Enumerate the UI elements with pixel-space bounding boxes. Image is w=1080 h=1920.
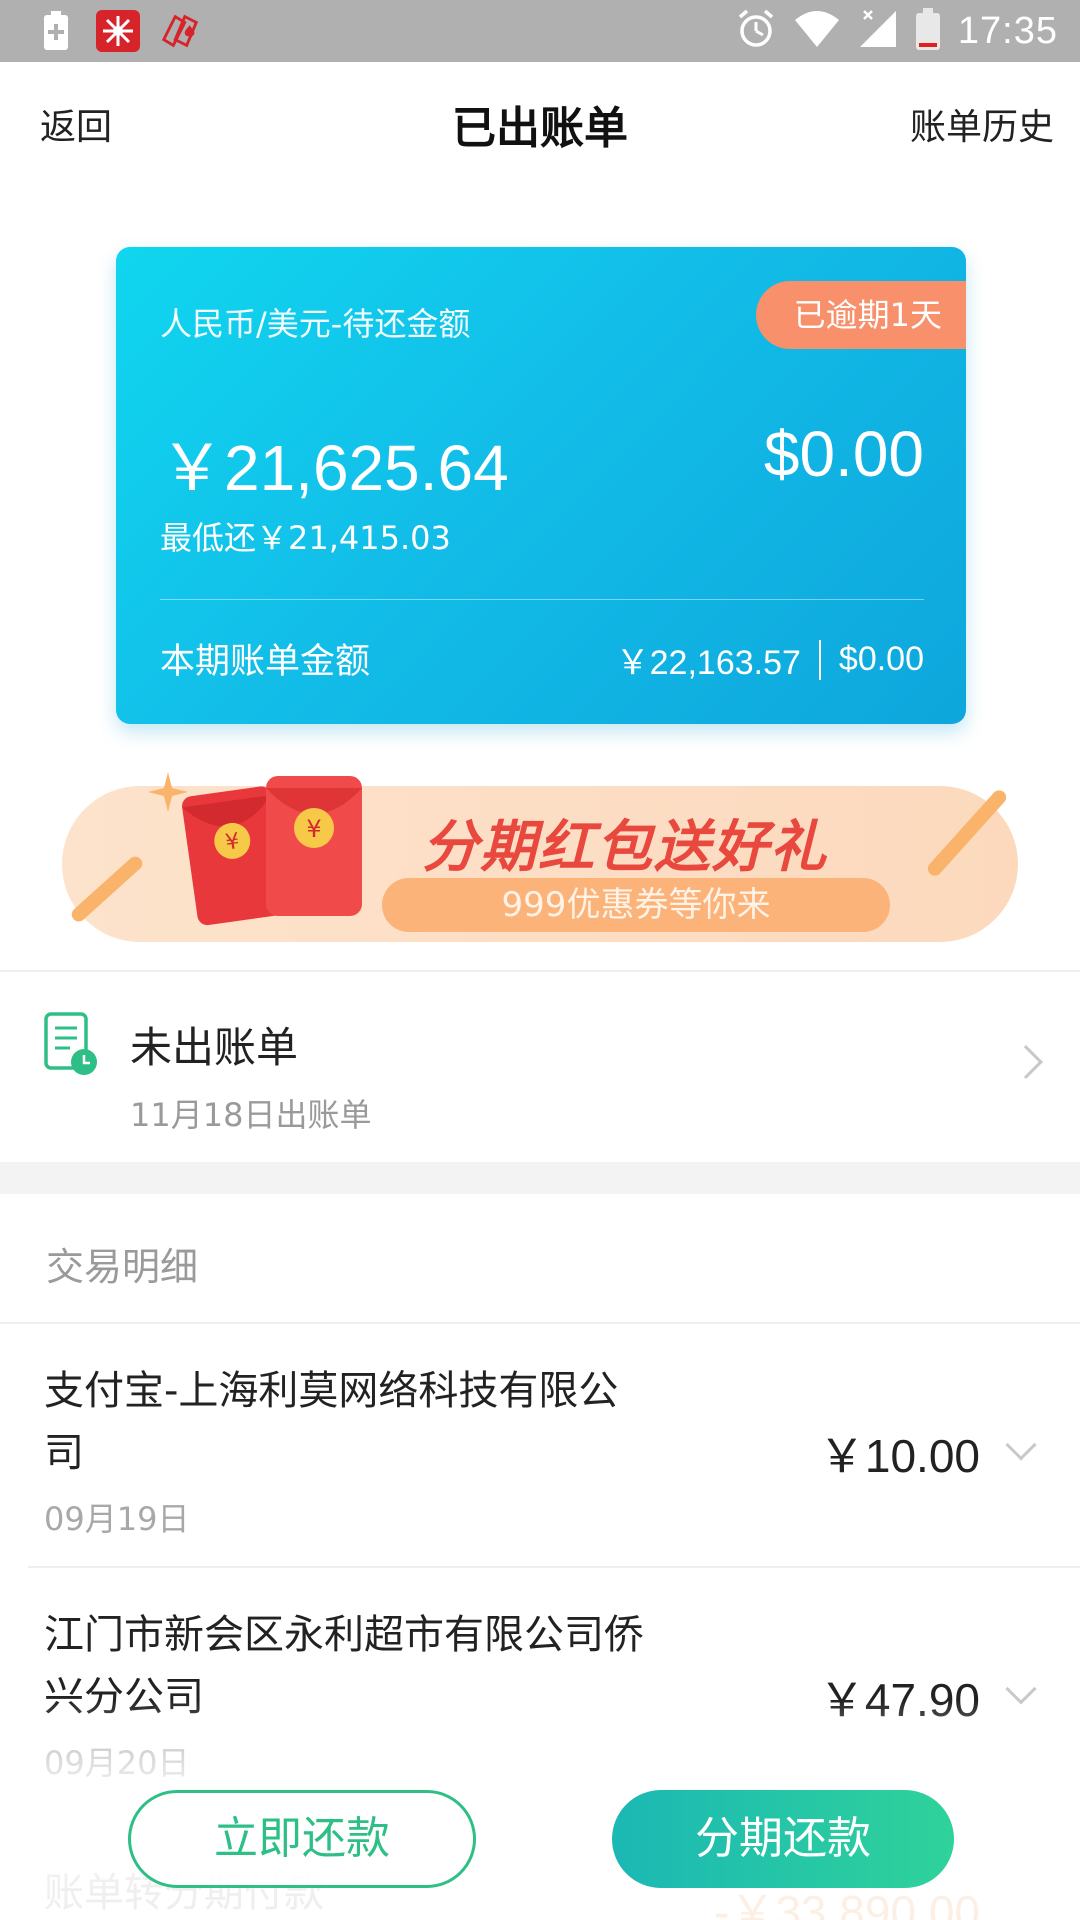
installment-promo-banner[interactable]: ¥ ¥ 分期红包送好礼 999优惠券等你来 [62,772,1018,942]
flower-app-icon [96,10,140,52]
usd-amount-due: $0.00 [763,418,924,490]
decor-stick-left [68,853,146,925]
transaction-row[interactable]: 江门市新会区永利超市有限公司侨兴分公司 09月20日 ￥47.90 [0,1568,1080,1810]
period-bill-amounts: ￥22,163.57 $0.00 [616,635,924,684]
section-gap [0,1162,1080,1194]
back-button[interactable]: 返回 [40,98,112,150]
bill-history-button[interactable]: 账单历史 [910,98,1054,150]
chevron-down-icon[interactable] [1005,1429,1037,1461]
status-bar: 17:35 [0,0,1080,62]
amount-due-label: 人民币/美元-待还金额 [160,305,471,343]
card-divider [160,599,924,600]
unbilled-statement-row[interactable]: 未出账单 11月18日出账单 [0,972,1080,1162]
status-time: 17:35 [957,9,1058,52]
signal-icon [858,9,898,53]
status-bar-right: 17:35 [736,8,1058,54]
red-envelope-icon: ¥ ¥ [180,770,370,934]
installment-repay-button[interactable]: 分期还款 [612,1790,954,1888]
amount-separator [818,639,821,680]
overdue-badge: 已逾期1天 [755,281,966,349]
nav-bar: 返回 已出账单 账单历史 [0,62,1080,180]
transaction-amount: ￥47.90 [818,1674,980,1726]
bill-summary-card: 人民币/美元-待还金额 已逾期1天 ￥21,625.64 $0.00 最低还￥2… [116,247,966,724]
promo-title: 分期红包送好礼 [422,815,828,880]
transaction-row[interactable]: 支付宝-上海利莫网络科技有限公司 09月19日 ￥10.00 [0,1324,1080,1566]
decor-stick-right [924,787,1010,879]
chevron-down-icon[interactable] [1005,1673,1037,1705]
poker-app-icon [158,10,202,52]
transaction-merchant: 支付宝-上海利莫网络科技有限公司 [44,1368,619,1476]
transaction-date: 09月19日 [44,1500,190,1538]
period-cny-amount: ￥22,163.57 [615,644,801,682]
status-bar-left [34,10,202,52]
cny-amount-due: ￥21,625.64 [160,432,509,504]
period-bill-label: 本期账单金额 [160,642,371,682]
pay-now-button[interactable]: 立即还款 [128,1790,476,1888]
battery-icon [915,8,940,54]
period-usd-amount: $0.00 [838,640,924,678]
alarm-icon [736,9,776,53]
transaction-date: 09月20日 [44,1744,190,1782]
unbilled-date: 11月18日出账单 [130,1096,372,1134]
transactions-section-title: 交易明细 [46,1245,199,1289]
transaction-merchant: 江门市新会区永利超市有限公司侨兴分公司 [44,1612,644,1720]
chevron-right-icon [1009,1045,1043,1079]
bill-clock-icon [44,1012,97,1076]
svg-text:¥: ¥ [306,815,321,843]
wifi-icon [794,10,840,52]
battery-saver-icon [34,10,78,52]
promo-subtitle: 999优惠券等你来 [382,878,890,932]
unbilled-title: 未出账单 [130,1023,299,1072]
transaction-amount: ￥10.00 [818,1430,980,1482]
minimum-payment: 最低还￥21,415.03 [160,519,451,557]
